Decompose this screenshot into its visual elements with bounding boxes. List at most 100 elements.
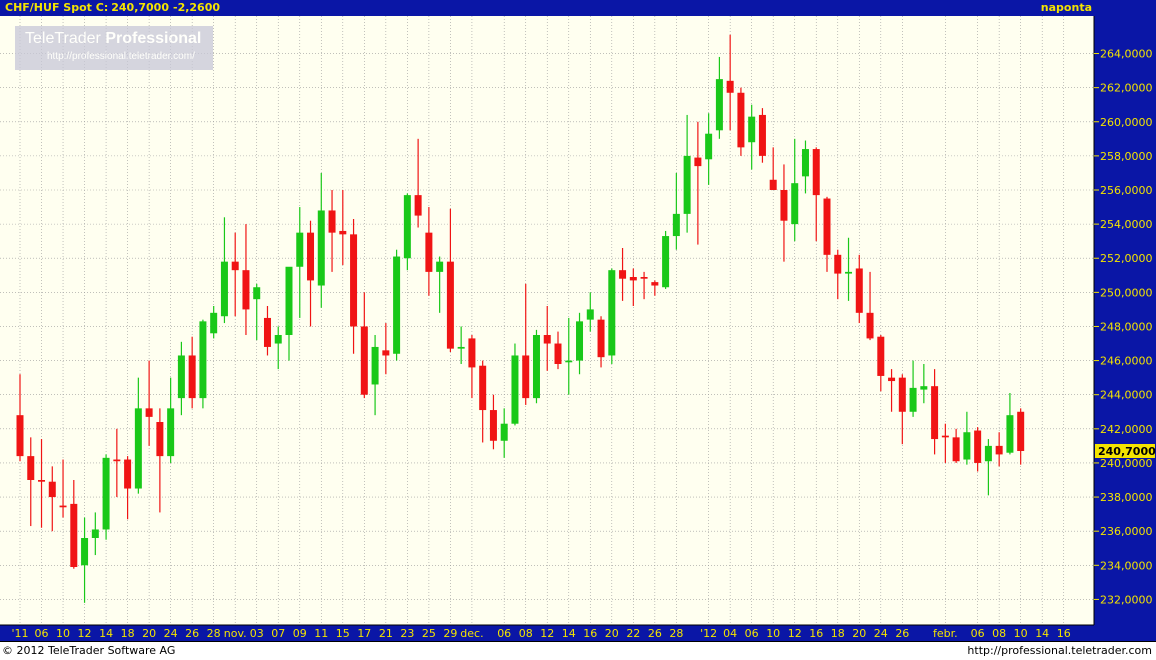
candle-body bbox=[16, 415, 24, 457]
candle-body bbox=[845, 271, 853, 274]
candle-body bbox=[124, 459, 132, 489]
period-label[interactable]: naponta bbox=[1041, 1, 1092, 14]
x-tick-label: 20 bbox=[142, 627, 156, 640]
candle-body bbox=[963, 432, 971, 460]
candle-body bbox=[253, 287, 261, 300]
candle-body bbox=[403, 195, 411, 259]
logo-brand: TeleTrader Professional bbox=[25, 30, 201, 48]
logo-brand-regular: TeleTrader bbox=[25, 30, 101, 47]
candle-body bbox=[522, 355, 530, 399]
candle-body bbox=[231, 261, 239, 271]
candle-body bbox=[393, 256, 401, 354]
chart-footer: © 2012 TeleTrader Software AG http://pro… bbox=[0, 641, 1156, 660]
chart-header: CHF/HUF Spot C: 240,7000 -2,2600 naponta bbox=[0, 0, 1156, 16]
candle-body bbox=[780, 190, 788, 221]
x-tick-label: 16 bbox=[1057, 627, 1071, 640]
candle-body bbox=[1017, 411, 1025, 451]
candle-body bbox=[70, 503, 78, 567]
x-tick-label: 26 bbox=[895, 627, 909, 640]
candle-body bbox=[317, 210, 325, 286]
candle-body bbox=[715, 79, 723, 131]
candle-body bbox=[263, 317, 271, 347]
y-tick-label: 246,0000 bbox=[1100, 355, 1153, 368]
y-tick-label: 240,0000 bbox=[1100, 457, 1153, 470]
candle-body bbox=[758, 114, 766, 156]
x-tick-label: 08 bbox=[992, 627, 1006, 640]
x-tick-label: 23 bbox=[400, 627, 414, 640]
candle-body bbox=[791, 183, 799, 225]
x-tick-label: 06 bbox=[971, 627, 985, 640]
x-tick-label: 04 bbox=[723, 627, 737, 640]
candle-body bbox=[866, 312, 874, 339]
candle bbox=[199, 319, 207, 409]
candle-body bbox=[855, 268, 863, 313]
candle-body bbox=[511, 355, 519, 424]
candle bbox=[102, 454, 110, 540]
x-tick-label: 07 bbox=[271, 627, 285, 640]
x-tick-label: 06 bbox=[35, 627, 49, 640]
header-symbol-line: CHF/HUF Spot C: 240,7000 -2,2600 bbox=[5, 1, 220, 14]
candle bbox=[511, 343, 519, 426]
candle-body bbox=[350, 234, 358, 327]
candle-body bbox=[328, 210, 336, 233]
x-tick-label: nov. bbox=[224, 627, 247, 640]
x-tick-label: 10 bbox=[56, 627, 70, 640]
teletrader-logo: TeleTrader Professional http://professio… bbox=[15, 26, 213, 70]
candle-body bbox=[414, 195, 422, 216]
candle-body bbox=[102, 457, 110, 530]
x-tick-label: 28 bbox=[669, 627, 683, 640]
candle-body bbox=[532, 335, 540, 399]
x-tick-label: 14 bbox=[562, 627, 576, 640]
x-tick-label: 20 bbox=[852, 627, 866, 640]
y-tick-label: 244,0000 bbox=[1100, 389, 1153, 402]
x-tick-label: 14 bbox=[99, 627, 113, 640]
x-tick-label: 18 bbox=[121, 627, 135, 640]
candle-body bbox=[210, 312, 218, 334]
candle-body bbox=[113, 459, 121, 462]
x-tick-label: 10 bbox=[1014, 627, 1028, 640]
y-tick-label: 260,0000 bbox=[1100, 116, 1153, 129]
candle-body bbox=[500, 423, 508, 441]
candle-body bbox=[38, 480, 46, 482]
candle-body bbox=[920, 386, 928, 390]
candle-body bbox=[834, 254, 842, 274]
x-tick-label: dec. bbox=[460, 627, 483, 640]
candle-body bbox=[145, 408, 153, 417]
candle-body bbox=[307, 232, 315, 281]
close-value: 240,7000 bbox=[111, 1, 169, 14]
candle-body bbox=[726, 80, 734, 93]
x-tick-label: 16 bbox=[583, 627, 597, 640]
last-price-marker: 240,7000 bbox=[1095, 444, 1156, 458]
x-tick-label: 18 bbox=[831, 627, 845, 640]
y-tick-label: 254,0000 bbox=[1100, 218, 1153, 231]
x-tick-label: 24 bbox=[874, 627, 888, 640]
candle-body bbox=[823, 198, 831, 255]
candle bbox=[758, 108, 766, 163]
candle-body bbox=[177, 355, 185, 399]
footer-url[interactable]: http://professional.teletrader.com bbox=[967, 644, 1152, 657]
x-tick-label: 08 bbox=[519, 627, 533, 640]
candlestick-chart[interactable]: 232,0000 234,0000 236,0000 238,0000 240,0000… bbox=[0, 16, 1156, 641]
candle-body bbox=[769, 179, 777, 190]
candle-body bbox=[694, 157, 702, 167]
candle-body bbox=[220, 261, 228, 317]
candle-body bbox=[543, 335, 551, 344]
candle-body bbox=[27, 456, 35, 480]
candle bbox=[662, 230, 670, 289]
x-tick-label: 10 bbox=[766, 627, 780, 640]
x-tick-label: 20 bbox=[605, 627, 619, 640]
candle-body bbox=[801, 149, 809, 177]
candle-body bbox=[425, 232, 433, 272]
logo-brand-bold: Professional bbox=[105, 30, 202, 47]
x-tick-label: 29 bbox=[443, 627, 457, 640]
x-tick-label: 25 bbox=[422, 627, 436, 640]
x-tick-label: 28 bbox=[207, 627, 221, 640]
candle-body bbox=[296, 232, 304, 267]
y-tick-label: 242,0000 bbox=[1100, 423, 1153, 436]
x-tick-label: 12 bbox=[788, 627, 802, 640]
candle-body bbox=[91, 529, 99, 538]
candle-body bbox=[371, 346, 379, 385]
x-tick-label: febr. bbox=[933, 627, 958, 640]
candle-body bbox=[339, 230, 347, 235]
candle-body bbox=[651, 282, 659, 286]
